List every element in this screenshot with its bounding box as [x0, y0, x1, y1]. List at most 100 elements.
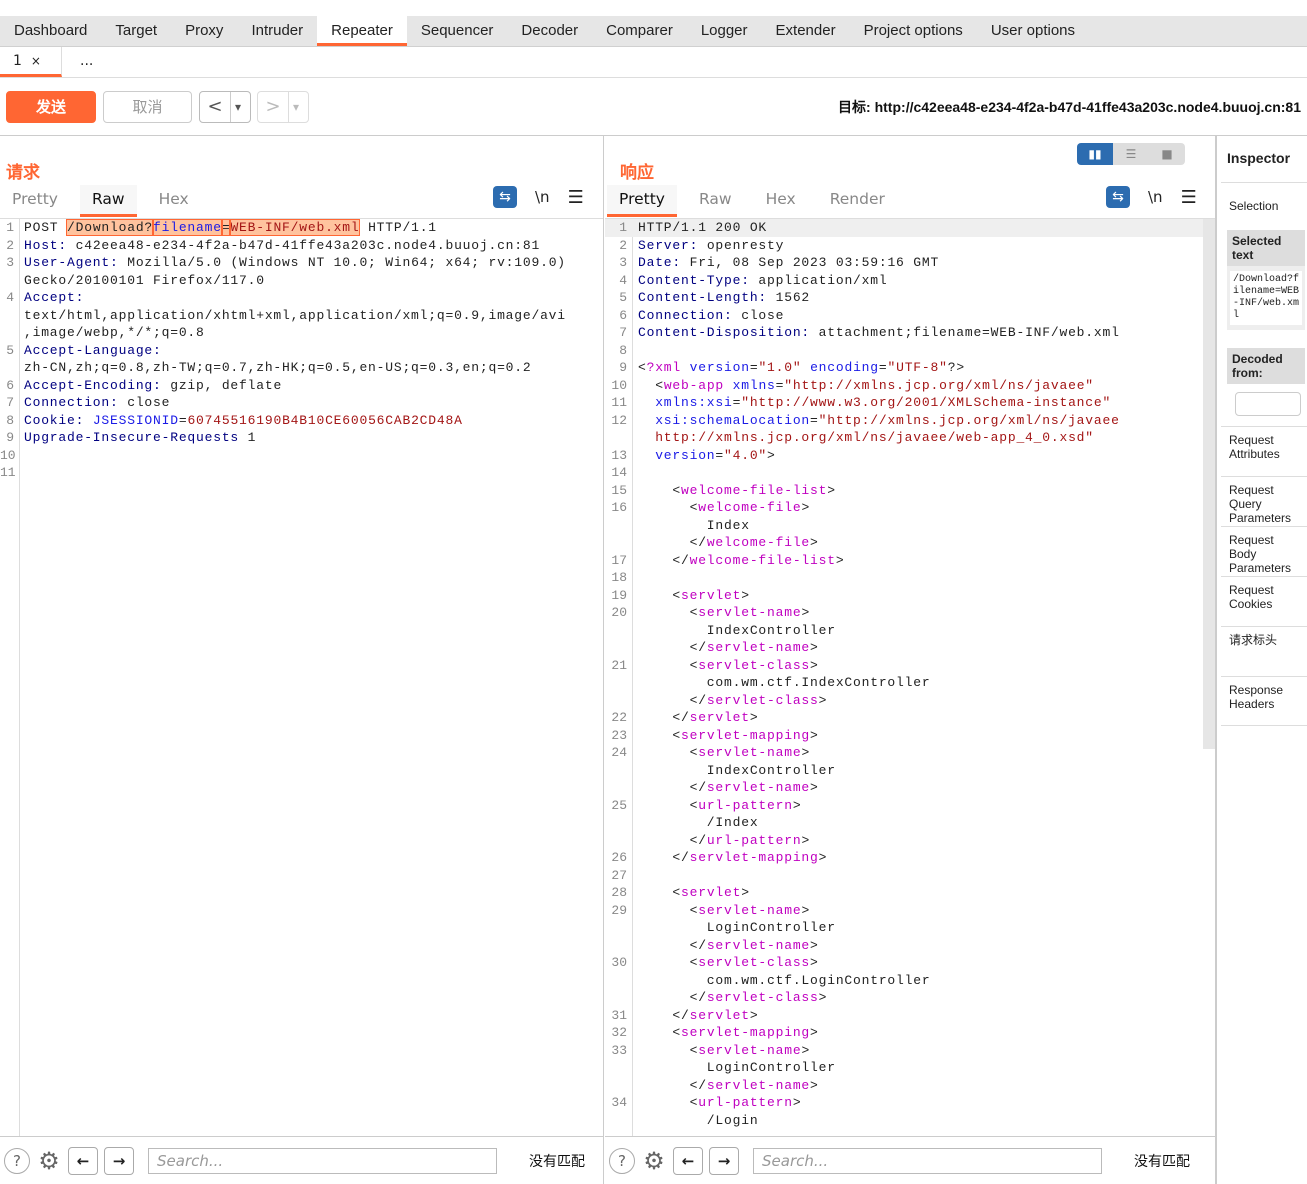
code-line: /Login [605, 1112, 1215, 1130]
help-icon[interactable]: ? [609, 1147, 635, 1174]
request-editor[interactable]: 1 POST /Download?filename=WEB-INF/web.xml… [0, 218, 603, 1136]
code-token: web-app [663, 377, 725, 393]
line-number: 3 [619, 255, 627, 270]
cancel-button[interactable]: 取消 [103, 91, 192, 123]
selected-text-header[interactable]: Selected text [1227, 230, 1305, 266]
code-token: attachment;filename=WEB-INF/web.xml [810, 325, 1120, 340]
dropdown-icon[interactable]: ▾ [230, 92, 241, 122]
help-icon[interactable]: ? [4, 1147, 30, 1174]
tab-comparer[interactable]: Comparer [592, 16, 687, 46]
line-number: 2 [6, 237, 14, 253]
line-number: 31 [611, 1007, 627, 1023]
view-tab-pretty[interactable]: Pretty [607, 185, 677, 217]
dropdown-icon[interactable]: ▾ [288, 92, 299, 122]
wrap-lines-icon[interactable]: ⇆ [1106, 186, 1130, 208]
line-number: 4 [6, 290, 14, 305]
menu-icon[interactable]: ☰ [568, 187, 584, 208]
tab-proxy[interactable]: Proxy [171, 16, 237, 46]
view-tab-hex[interactable]: Hex [147, 185, 201, 217]
layout-stacked-icon[interactable]: ☰ [1113, 143, 1149, 165]
tab-target[interactable]: Target [101, 16, 171, 46]
inspector-section[interactable]: 请求标头 [1221, 626, 1307, 676]
code-token: < [638, 1025, 682, 1040]
code-token: </ [638, 850, 690, 865]
view-tab-render[interactable]: Render [818, 185, 897, 217]
prev-match-button[interactable]: ← [68, 1146, 98, 1175]
forward-button[interactable]: > ▾ [257, 91, 309, 123]
inspector-section[interactable]: Request Attributes [1221, 426, 1307, 476]
code-token: welcome-file [698, 500, 802, 515]
tab-decoder[interactable]: Decoder [507, 16, 592, 46]
line-text: Server: openresty [638, 237, 784, 255]
code-line: 27 [605, 867, 1215, 885]
view-tab-raw[interactable]: Raw [687, 185, 744, 217]
wrap-lines-icon[interactable]: ⇆ [493, 186, 517, 208]
tab-dashboard[interactable]: Dashboard [0, 16, 101, 46]
inspector-section[interactable]: Request Query Parameters [1221, 476, 1307, 526]
gear-icon[interactable]: ⚙ [36, 1148, 62, 1174]
prev-match-button[interactable]: ← [673, 1146, 703, 1175]
line-text: Content-Length: 1562 [638, 289, 810, 307]
line-text: Connection: close [24, 394, 170, 412]
back-button[interactable]: < ▾ [199, 91, 251, 123]
repeater-tab-1[interactable]: 1 × [0, 47, 62, 77]
newline-toggle[interactable]: \n [535, 188, 550, 206]
inspector-section[interactable]: Request Cookies [1221, 576, 1307, 626]
newline-toggle[interactable]: \n [1148, 188, 1163, 206]
next-match-button[interactable]: → [709, 1146, 739, 1175]
response-title: 响应 [620, 163, 654, 183]
tab-repeater[interactable]: Repeater [317, 16, 407, 46]
scrollbar[interactable] [1203, 219, 1215, 749]
decoded-box: Decoded from: [1227, 348, 1305, 384]
search-input[interactable]: Search... [148, 1147, 497, 1174]
code-token: > [818, 850, 828, 865]
code-token: welcome-file [706, 535, 811, 550]
code-token: version [689, 360, 750, 375]
code-line: LoginController [605, 919, 1215, 937]
inspector-section[interactable]: Response Headers [1221, 676, 1307, 726]
search-input[interactable]: Search... [753, 1147, 1102, 1174]
send-button[interactable]: 发送 [6, 91, 96, 123]
line-number: 11 [0, 465, 16, 480]
target-label[interactable]: 目标: http://c42eea48-e234-4f2a-b47d-41ffe… [838, 97, 1301, 117]
code-token: > [801, 745, 811, 760]
code-token: "http://xmlns.jcp.org/xml/ns/javaee [818, 412, 1120, 428]
layout-side-by-side-icon[interactable]: ▮▮ [1077, 143, 1113, 165]
code-line: </url-pattern> [605, 832, 1215, 850]
tab-logger[interactable]: Logger [687, 16, 762, 46]
line-text: </servlet-class> [638, 692, 827, 710]
view-tab-hex[interactable]: Hex [754, 185, 808, 217]
response-editor[interactable]: 1 HTTP/1.1 200 OK 2 Server: openresty 3 Date:… [605, 218, 1215, 1136]
tab-sequencer[interactable]: Sequencer [407, 16, 508, 46]
new-tab-button[interactable]: ... [62, 47, 124, 77]
inspector-section[interactable]: Request Body Parameters [1221, 526, 1307, 576]
code-token: servlet-mapping [681, 727, 811, 743]
line-text: <?xml version="1.0" encoding="UTF-8"?> [638, 359, 965, 377]
tab-intruder[interactable]: Intruder [237, 16, 317, 46]
line-text: Content-Type: application/xml [638, 272, 887, 290]
next-match-button[interactable]: → [104, 1146, 134, 1175]
line-number: 27 [611, 867, 627, 883]
close-icon[interactable]: × [31, 54, 41, 68]
line-text: <url-pattern> [638, 797, 801, 815]
tab-project-options[interactable]: Project options [850, 16, 977, 46]
selection-section[interactable]: Selection [1221, 182, 1307, 228]
decoded-input[interactable] [1235, 392, 1301, 416]
view-tab-pretty[interactable]: Pretty [0, 185, 70, 217]
code-token: Connection: [638, 307, 733, 323]
layout-tabs-icon[interactable]: ■ [1149, 143, 1185, 165]
menu-icon[interactable]: ☰ [1181, 187, 1197, 208]
gear-icon[interactable]: ⚙ [641, 1148, 667, 1174]
view-tab-raw[interactable]: Raw [79, 185, 137, 217]
code-token: Upgrade-Insecure-Requests [24, 430, 240, 445]
code-line: 9 Upgrade-Insecure-Requests 1 [0, 429, 603, 447]
selected-text-value[interactable]: /Download?filename=WEB-INF/web.xml [1230, 271, 1302, 325]
decoded-header[interactable]: Decoded from: [1227, 348, 1305, 384]
code-line: 22 </servlet> [605, 709, 1215, 727]
code-token: http://xmlns.jcp.org/xml/ns/javaee/web-a… [655, 430, 1094, 445]
tab-extender[interactable]: Extender [762, 16, 850, 46]
tab-user-options[interactable]: User options [977, 16, 1089, 46]
toolbar: 发送 取消 < ▾ > ▾ 目标: http://c42eea48-e234-4f2… [0, 78, 1307, 136]
